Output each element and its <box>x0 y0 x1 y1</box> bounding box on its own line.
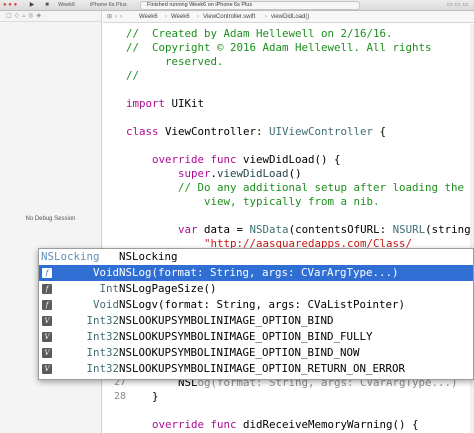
autocomplete-return-type: Void <box>92 298 119 311</box>
code-token: data = <box>197 223 250 236</box>
jumpbar-item-group[interactable]: Week6 <box>171 11 190 23</box>
code-token: UIViewController <box>269 125 374 138</box>
code-line[interactable]: class ViewController: UIViewController { <box>126 125 386 139</box>
code-token: reserved. <box>126 55 224 68</box>
layout-buttons[interactable]: ▭▭▭ <box>447 1 470 10</box>
function-icon: f <box>42 300 52 310</box>
autocomplete-item[interactable]: V Int32 NSLOOKUPSYMBOLINIMAGE_OPTION_BIND_… <box>39 329 473 345</box>
code-token: NSData <box>249 223 289 236</box>
code-token: var <box>178 223 198 236</box>
navigator-tabs[interactable]: ▢◇▵◎◈ <box>0 11 101 22</box>
autocomplete-item[interactable]: V Int32 NSLOOKUPSYMBOLINIMAGE_OPTION_BIND <box>39 313 473 329</box>
code-token: override func <box>152 153 237 166</box>
code-token: import <box>126 97 166 110</box>
code-token: class <box>126 125 159 138</box>
autocomplete-signature: NSLog(format: String, args: CVarArgType.… <box>119 266 399 279</box>
code-line[interactable]: // Created by Adam Hellewell on 2/16/16. <box>126 27 393 41</box>
code-token: view, typically from a nib. <box>126 195 380 208</box>
code-line[interactable]: import UIKit <box>126 97 204 111</box>
code-token: // <box>126 69 140 82</box>
code-line[interactable]: super.viewDidLoad() <box>126 167 302 181</box>
toolbar: ● ● ● ▶ ■ Week6 iPhone 6s Plus Finished … <box>0 0 474 11</box>
code-token: viewDidLoad() { <box>236 153 341 166</box>
autocomplete-return-type: Int <box>99 282 119 295</box>
code-token: viewDidLoad <box>217 167 289 180</box>
autocomplete-return-type: Int32 <box>86 346 119 359</box>
activity-status: Finished running Week6 on iPhone 6s Plus <box>140 1 360 10</box>
code-line[interactable]: // <box>126 69 139 83</box>
code-token: { <box>373 125 387 138</box>
code-token: (string: <box>425 223 474 236</box>
line-number: 28 <box>113 391 126 402</box>
variable-icon: V <box>42 332 52 342</box>
variable-icon: V <box>42 364 52 374</box>
jump-bar: ⊞‹› Week6 › Week6 › ViewController.swift… <box>103 11 474 23</box>
destination-selector[interactable]: iPhone 6s Plus <box>90 1 127 10</box>
code-token: ViewController: <box>158 125 270 138</box>
code-token: // Created by Adam Hellewell on 2/16/16. <box>126 27 393 40</box>
autocomplete-item[interactable]: f Int NSLogPageSize() <box>39 281 473 297</box>
code-token: // Copyright © 2016 Adam Hellewell. All … <box>126 41 432 54</box>
code-token: super <box>178 167 211 180</box>
autocomplete-return-type: Int32 <box>86 362 119 375</box>
jumpbar-item-symbol[interactable]: viewDidLoad() <box>271 11 309 23</box>
jumpbar-item-file[interactable]: ViewController.swift <box>203 11 255 23</box>
chevron-right-icon: › <box>165 14 167 20</box>
code-token: (contentsOfURL: <box>288 223 393 236</box>
code-token: didReceiveMemoryWarning() { <box>236 418 419 431</box>
code-line[interactable]: // Do any additional setup after loading… <box>126 181 464 195</box>
chevron-right-icon: › <box>197 14 199 20</box>
code-line[interactable]: override func didReceiveMemoryWarning() … <box>126 418 419 432</box>
autocomplete-signature: NSLOOKUPSYMBOLINIMAGE_OPTION_RETURN_ON_E… <box>119 362 406 375</box>
autocomplete-typed-prefix: NSLocking <box>41 250 100 263</box>
autocomplete-return-type: Int32 <box>86 330 119 343</box>
function-icon: f <box>42 268 52 278</box>
debug-session-message: No Debug Session <box>25 216 76 222</box>
stop-button[interactable]: ■ <box>42 1 52 10</box>
autocomplete-header-text: NSLocking <box>119 250 178 263</box>
code-token: override func <box>152 418 237 431</box>
autocomplete-item[interactable]: V Int32 NSLOOKUPSYMBOLINIMAGE_OPTION_RETUR… <box>39 361 473 377</box>
autocomplete-signature: NSLogPageSize() <box>119 282 217 295</box>
jumpbar-nav-icons[interactable]: ⊞‹› <box>107 11 125 23</box>
code-token: () <box>288 167 302 180</box>
code-line[interactable]: // Copyright © 2016 Adam Hellewell. All … <box>126 41 432 55</box>
autocomplete-signature: NSLOOKUPSYMBOLINIMAGE_OPTION_BIND_NOW <box>119 346 360 359</box>
code-token: // Do any additional setup after loading… <box>126 181 465 194</box>
code-line[interactable]: } <box>126 390 159 404</box>
code-token: } <box>126 390 159 403</box>
autocomplete-signature: NSLOOKUPSYMBOLINIMAGE_OPTION_BIND_FULLY <box>119 330 373 343</box>
autocomplete-return-type: Int32 <box>86 314 119 327</box>
autocomplete-popup[interactable]: NSLocking NSLocking f Void NSLog(format: S… <box>38 248 474 380</box>
code-token: NSURL <box>392 223 426 236</box>
autocomplete-return-type: Void <box>92 266 119 279</box>
run-button[interactable]: ▶ <box>27 1 37 10</box>
autocomplete-signature: NSLogv(format: String, args: CVaListPoin… <box>119 298 406 311</box>
code-token: UIKit <box>165 97 205 110</box>
autocomplete-item[interactable]: V Int32 NSLOOKUPSYMBOLINIMAGE_OPTION_BIND_… <box>39 345 473 361</box>
code-line[interactable]: override func viewDidLoad() { <box>126 153 341 167</box>
autocomplete-header: NSLocking NSLocking <box>39 249 473 265</box>
chevron-right-icon: › <box>265 14 267 20</box>
variable-icon: V <box>42 316 52 326</box>
code-line[interactable]: view, typically from a nib. <box>126 195 380 209</box>
jumpbar-item-project[interactable]: Week6 <box>139 11 158 23</box>
autocomplete-signature: NSLOOKUPSYMBOLINIMAGE_OPTION_BIND <box>119 314 334 327</box>
code-line[interactable]: reserved. <box>126 55 224 69</box>
function-icon: f <box>42 284 52 294</box>
autocomplete-item[interactable]: f Void NSLogv(format: String, args: CVaLis… <box>39 297 473 313</box>
variable-icon: V <box>42 348 52 358</box>
code-line[interactable]: var data = NSData(contentsOfURL: NSURL(s… <box>126 223 474 237</box>
window-controls[interactable]: ● ● ● <box>3 1 17 10</box>
scheme-selector[interactable]: Week6 <box>58 1 75 10</box>
autocomplete-item[interactable]: f Void NSLog(format: String, args: CVarArg… <box>39 265 473 281</box>
